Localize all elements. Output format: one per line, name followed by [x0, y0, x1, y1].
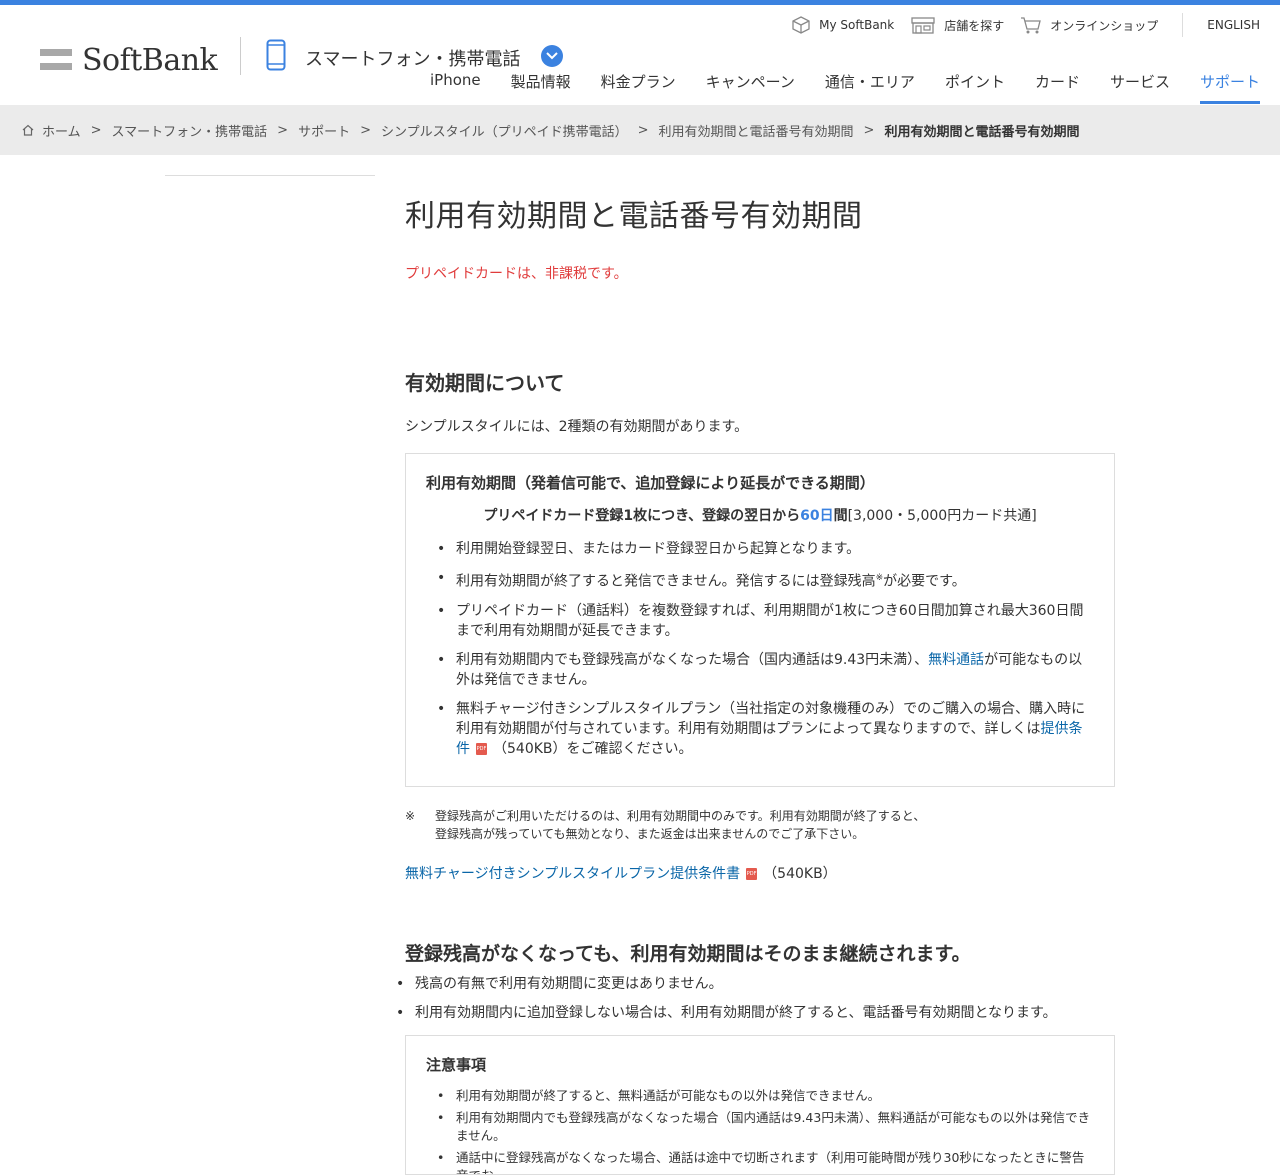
b2-sup: ※	[875, 573, 884, 583]
nav-item-support[interactable]: サポート	[1199, 71, 1260, 104]
nav-item-campaigns[interactable]: キャンペーン	[706, 71, 795, 104]
breadcrumb-home[interactable]: ホーム	[42, 121, 81, 140]
tax-note: プリペイドカードは、非課税です。	[405, 266, 628, 282]
footnote-line: 登録残高がご利用いただけるのは、利用有効期間中のみです。利用有効期間が終了すると…	[435, 808, 926, 823]
nav-item-products[interactable]: 製品情報	[511, 71, 571, 104]
my-softbank-label: My SoftBank	[819, 18, 895, 32]
breadcrumb-separator: >	[863, 122, 875, 138]
header-divider	[240, 37, 241, 75]
list-item: プリペイドカード（通話料）を複数登録すれば、利用期間が1枚につき60日間加算され…	[426, 601, 1094, 641]
summary-days: 60日	[800, 508, 834, 524]
b5-before: 無料チャージ付きシンプルスタイルプラン（当社指定の対象機種のみ）でのご購入の場合…	[456, 700, 1086, 737]
logo-text: SoftBank	[82, 43, 218, 78]
nav-item-services[interactable]: サービス	[1110, 71, 1170, 104]
utility-divider	[1182, 13, 1184, 37]
breadcrumb-simple-style[interactable]: シンプルスタイル（プリペイド携帯電話）	[381, 121, 628, 140]
logo-bars-icon	[40, 48, 72, 73]
my-softbank-link[interactable]: My SoftBank	[791, 15, 894, 35]
breadcrumb-separator: >	[637, 122, 649, 138]
usage-period-box: 利用有効期間（発着信可能で、追加登録により延長ができる期間） プリペイドカード登…	[405, 453, 1115, 787]
terms-document-link[interactable]: 無料チャージ付きシンプルスタイルプラン提供条件書	[405, 866, 740, 882]
summary-suffix: [3,000・5,000円カード共通]	[847, 508, 1037, 524]
breadcrumb: ホーム > スマートフォン・携帯電話 > サポート > シンプルスタイル（プリペ…	[0, 105, 1280, 155]
cube-icon	[792, 16, 810, 34]
category-title[interactable]: スマートフォン・携帯電話	[305, 45, 520, 71]
online-shop-label: オンラインショップ	[1050, 18, 1159, 33]
site-header: SoftBank スマートフォン・携帯電話 My SoftBank 店舗を探す …	[0, 5, 1280, 105]
list-item: 利用有効期間が終了すると発信できません。発信するには登録残高※が必要です。	[426, 568, 1094, 592]
online-shop-link[interactable]: オンラインショップ	[1020, 15, 1158, 35]
breadcrumb-current: 利用有効期間と電話番号有効期間	[884, 124, 1080, 140]
sidebar-divider	[165, 175, 375, 176]
doc-link-row: 無料チャージ付きシンプルスタイルプラン提供条件書 PDF （540KB）	[405, 863, 1115, 883]
balance-list: 残高の有無で利用有効期間に変更はありません。 利用有効期間内に追加登録しない場合…	[385, 974, 1115, 1023]
main-content: 利用有効期間と電話番号有効期間 プリペイドカードは、非課税です。 有効期間につい…	[396, 175, 1115, 1175]
summary-prefix: プリペイドカード登録1枚につき、登録の翌日から	[483, 508, 801, 524]
section-heading-validity: 有効期間について	[405, 371, 565, 395]
nav-item-iphone[interactable]: iPhone	[430, 71, 481, 104]
list-item: 利用有効期間内に追加登録しない場合は、利用有効期間が終了すると、電話番号有効期間…	[385, 1003, 1115, 1023]
nav-item-points[interactable]: ポイント	[945, 71, 1005, 104]
list-item: 利用有効期間内でも登録残高がなくなった場合（国内通話は9.43円未満）、無料通話…	[426, 650, 1094, 690]
nav-item-plans[interactable]: 料金プラン	[601, 71, 676, 104]
list-item: 無料チャージ付きシンプルスタイルプラン（当社指定の対象機種のみ）でのご購入の場合…	[426, 699, 1094, 759]
terms-size: （540KB）	[493, 740, 567, 757]
english-label: ENGLISH	[1207, 18, 1260, 32]
b2-before: 利用有効期間が終了すると発信できません。発信するには登録残高	[456, 573, 876, 590]
list-item: 利用有効期間が終了すると、無料通話が可能なもの以外は発信できません。	[426, 1087, 1094, 1105]
store-icon	[911, 17, 935, 34]
breadcrumb-separator: >	[90, 122, 102, 138]
section-heading-balance: 登録残高がなくなっても、利用有効期間はそのまま継続されます。	[405, 942, 971, 965]
english-link[interactable]: ENGLISH	[1207, 18, 1260, 32]
smartphone-icon	[266, 39, 286, 75]
category-dropdown-button[interactable]	[541, 45, 563, 67]
footnote: ※ 登録残高がご利用いただけるのは、利用有効期間中のみです。利用有効期間が終了す…	[405, 807, 1115, 843]
breadcrumb-separator: >	[277, 122, 289, 138]
pdf-icon: PDF	[476, 742, 487, 755]
breadcrumb-separator: >	[360, 122, 371, 138]
pdf-icon: PDF	[746, 867, 758, 880]
nav-item-network[interactable]: 通信・エリア	[825, 71, 915, 104]
b4-before: 利用有効期間内でも登録残高がなくなった場合（国内通話は9.43円未満）、	[456, 651, 929, 668]
list-item: 利用開始登録翌日、またはカード登録翌日から起算となります。	[426, 539, 1094, 559]
summary-suffix-bold: 間	[833, 508, 848, 524]
usage-period-summary: プリペイドカード登録1枚につき、登録の翌日から60日間[3,000・5,000円…	[426, 505, 1094, 525]
usage-period-title: 利用有効期間（発着信可能で、追加登録により延長ができる期間）	[426, 474, 875, 492]
footnote-mark: ※	[405, 808, 416, 823]
b2-after: が必要です。	[883, 573, 966, 590]
free-call-link[interactable]: 無料通話	[928, 652, 984, 668]
breadcrumb-validity[interactable]: 利用有効期間と電話番号有効期間	[659, 121, 854, 140]
b5-after: をご確認ください。	[566, 740, 693, 757]
list-item: 利用有効期間内でも登録残高がなくなった場合（国内通話は9.43円未満）、無料通話…	[426, 1109, 1094, 1145]
home-icon[interactable]	[22, 124, 34, 136]
usage-period-list: 利用開始登録翌日、またはカード登録翌日から起算となります。 利用有効期間が終了す…	[426, 539, 1094, 759]
notes-box: 注意事項 利用有効期間が終了すると、無料通話が可能なもの以外は発信できません。 …	[405, 1034, 1115, 1175]
list-item: 通話中に登録残高がなくなった場合、通話は途中で切断されます（利用可能時間が残り3…	[426, 1149, 1094, 1174]
global-nav: iPhone 製品情報 料金プラン キャンペーン 通信・エリア ポイント カード…	[400, 71, 1260, 104]
chevron-down-icon	[546, 52, 558, 60]
softbank-logo[interactable]: SoftBank	[40, 43, 218, 78]
breadcrumb-smartphone[interactable]: スマートフォン・携帯電話	[112, 121, 268, 140]
store-finder-label: 店舗を探す	[944, 18, 1005, 33]
page-title: 利用有効期間と電話番号有効期間	[405, 199, 863, 234]
section-intro: シンプルスタイルには、2種類の有効期間があります。	[405, 419, 749, 435]
nav-item-card[interactable]: カード	[1035, 71, 1080, 104]
utility-nav: My SoftBank 店舗を探す オンラインショップ ENGLISH	[775, 13, 1260, 37]
breadcrumb-support[interactable]: サポート	[298, 121, 350, 140]
cart-icon	[1021, 17, 1042, 34]
notes-list: 利用有効期間が終了すると、無料通話が可能なもの以外は発信できません。 利用有効期…	[426, 1087, 1094, 1174]
notes-title: 注意事項	[426, 1055, 487, 1074]
store-finder-link[interactable]: 店舗を探す	[910, 15, 1004, 35]
doc-size: （540KB）	[763, 865, 837, 882]
list-item: 残高の有無で利用有効期間に変更はありません。	[385, 974, 1115, 994]
footnote-line: 登録残高が残っていても無効となり、また返金は出来ませんのでご了承下さい。	[435, 826, 865, 841]
